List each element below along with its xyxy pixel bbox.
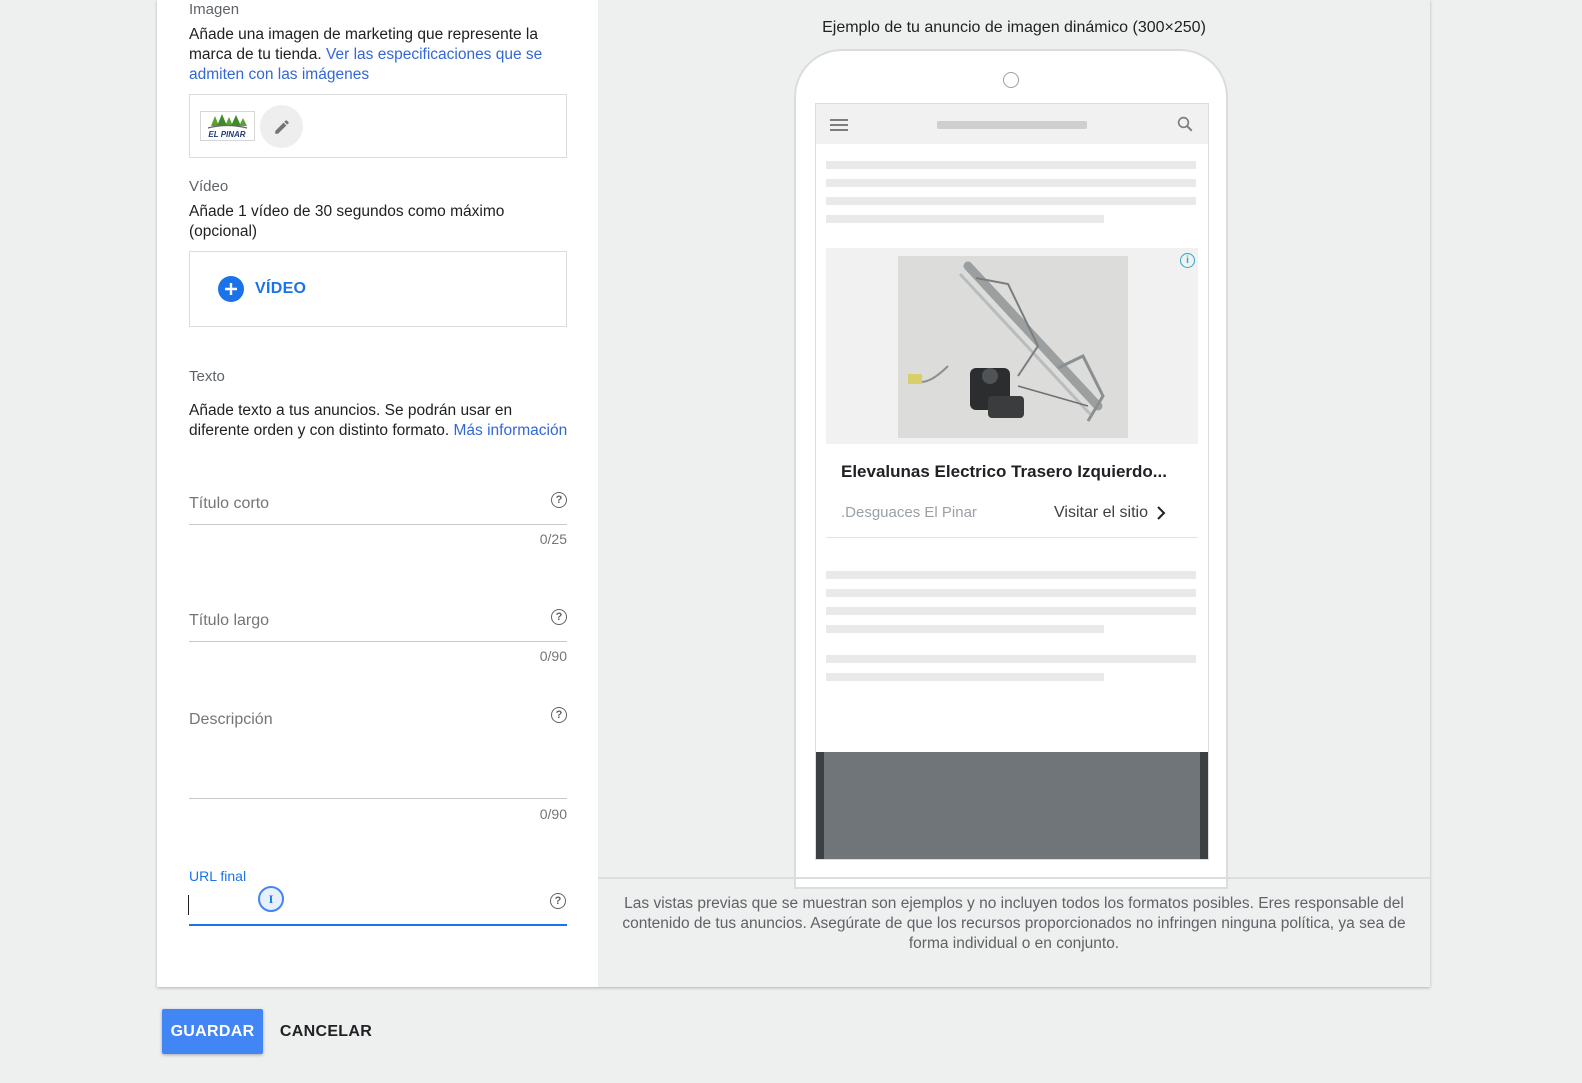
video-section-description: Añade 1 vídeo de 30 segundos como máximo… [189, 203, 505, 240]
image-upload-box: EL PINAR [189, 94, 567, 158]
text-cursor-icon: I [258, 886, 284, 912]
mock-browser-bar [816, 104, 1208, 144]
phone-camera [1003, 72, 1019, 88]
logo-text: EL PINAR [208, 130, 245, 139]
text-section-description: Añade texto a tus anuncios. Se podrán us… [189, 401, 569, 441]
placeholder-line [826, 571, 1196, 579]
add-video-button[interactable]: VÍDEO [218, 276, 306, 302]
ad-editor-card: Imagen Añade una imagen de marketing que… [157, 0, 1430, 987]
preview-disclaimer: Las vistas previas que se muestran son e… [622, 895, 1406, 952]
ad-preview-pane: Ejemplo de tu anuncio de imagen dinámico… [598, 0, 1430, 987]
description-field[interactable]: Descripción ? 0/90 [189, 706, 567, 824]
store-logo-thumbnail[interactable]: EL PINAR [200, 111, 255, 141]
long-title-field[interactable]: Título largo ? 0/90 [189, 607, 567, 667]
long-title-counter: 0/90 [539, 648, 567, 664]
mock-url-bar [937, 121, 1087, 129]
ad-image-area[interactable]: i [826, 248, 1198, 444]
preview-title: Ejemplo de tu anuncio de imagen dinámico… [822, 19, 1206, 36]
placeholder-line [826, 179, 1196, 187]
short-title-underline [189, 524, 567, 525]
long-title-label: Título largo [189, 612, 270, 629]
mock-video-block [816, 752, 1208, 859]
ad-divider [826, 537, 1198, 538]
placeholder-line [826, 673, 1104, 681]
more-info-link[interactable]: Más información [454, 422, 568, 439]
plus-circle-icon [218, 276, 244, 302]
visit-site-button[interactable]: Visitar el sitio [1054, 504, 1166, 522]
final-url-input[interactable] [188, 895, 189, 915]
save-button[interactable]: GUARDAR [162, 1009, 263, 1054]
search-icon [1177, 116, 1193, 132]
placeholder-line [826, 161, 1196, 169]
image-section-label: Imagen [189, 1, 240, 18]
chevron-right-icon [1157, 506, 1166, 520]
placeholder-line [826, 197, 1196, 205]
placeholder-line [826, 655, 1196, 663]
ad-choices-info-icon[interactable]: i [1180, 253, 1195, 268]
hamburger-icon [830, 119, 848, 134]
phone-screen: i Elevalunas Electrico Trasero Izquierdo… [815, 103, 1209, 860]
short-title-label: Título corto [189, 495, 270, 512]
final-url-help-icon[interactable]: ? [550, 893, 566, 909]
pencil-icon [274, 119, 289, 134]
video-section-label: Vídeo [189, 178, 229, 195]
description-underline [189, 798, 567, 799]
pine-tree-logo-icon: EL PINAR [207, 114, 248, 139]
text-section-label: Texto [189, 368, 225, 385]
long-title-help-icon[interactable]: ? [551, 609, 567, 625]
add-video-label: VÍDEO [255, 280, 307, 297]
placeholder-line [826, 215, 1104, 223]
placeholder-line [826, 589, 1196, 597]
description-label: Descripción [189, 711, 273, 728]
short-title-counter: 0/25 [539, 531, 567, 547]
long-title-underline [189, 641, 567, 642]
final-url-underline [189, 924, 567, 926]
image-section-description: Añade una imagen de marketing que repres… [189, 25, 569, 85]
ad-headline: Elevalunas Electrico Trasero Izquierdo..… [841, 462, 1167, 481]
product-image [898, 256, 1128, 438]
placeholder-line [826, 625, 1104, 633]
phone-mockup: i Elevalunas Electrico Trasero Izquierdo… [794, 49, 1228, 889]
final-url-label: URL final [189, 868, 247, 884]
window-regulator-image [898, 256, 1128, 438]
description-help-icon[interactable]: ? [551, 707, 567, 723]
placeholder-line [826, 607, 1196, 615]
short-title-help-icon[interactable]: ? [551, 492, 567, 508]
disclaimer-divider [598, 877, 1430, 879]
cancel-button[interactable]: CANCELAR [272, 1009, 380, 1054]
ad-advertiser-name: .Desguaces El Pinar [841, 504, 977, 521]
short-title-field[interactable]: Título corto ? 0/25 [189, 490, 567, 550]
video-upload-box: VÍDEO [189, 251, 567, 327]
description-counter: 0/90 [539, 806, 567, 822]
edit-image-button[interactable] [260, 105, 303, 148]
asset-form: Imagen Añade una imagen de marketing que… [157, 0, 597, 987]
visit-site-label: Visitar el sitio [1054, 504, 1148, 521]
